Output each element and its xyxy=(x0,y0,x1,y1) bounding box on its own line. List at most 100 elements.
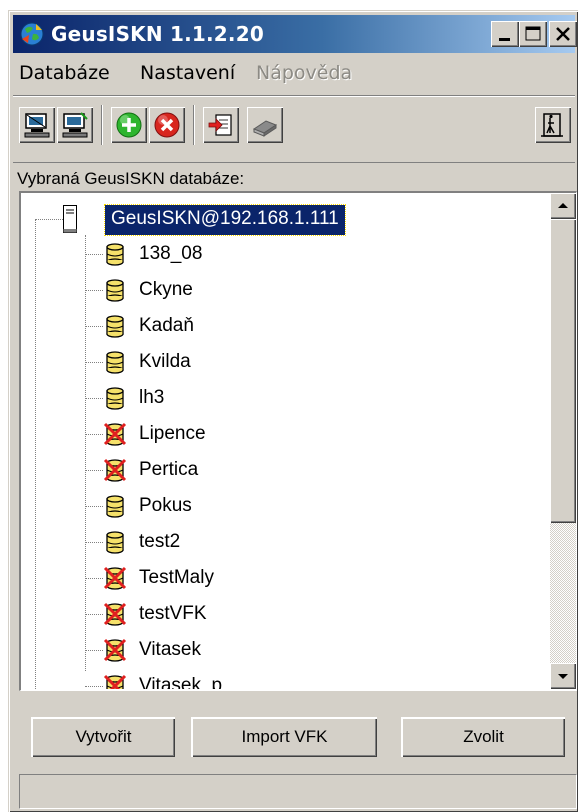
selected-database-label: Vybraná GeusISKN databáze: xyxy=(13,162,575,192)
tree-item-label: lh3 xyxy=(139,387,165,408)
delete-database-button[interactable] xyxy=(149,107,185,143)
tree-item[interactable]: Kvilda xyxy=(21,345,551,381)
tree-item-label: Vitasek xyxy=(139,639,201,660)
disconnect-icon xyxy=(24,113,50,138)
tree-line xyxy=(85,470,103,471)
app-globe-icon xyxy=(20,22,44,46)
tree-line xyxy=(85,506,103,507)
toolbar-separator xyxy=(193,105,195,145)
menu-divider xyxy=(13,95,575,97)
database-tree[interactable]: GeusISKN@192.168.1.111 138_08 Ckyne Kadaň K… xyxy=(19,191,577,691)
tree-item[interactable]: Ckyne xyxy=(21,273,551,309)
database-error-icon xyxy=(103,422,127,446)
server-icon xyxy=(63,205,77,233)
tree-line xyxy=(85,650,103,651)
tree-item[interactable]: lh3 xyxy=(21,381,551,417)
delete-icon xyxy=(154,112,180,138)
maximize-button[interactable] xyxy=(519,21,547,47)
tree-item[interactable]: Kadaň xyxy=(21,309,551,345)
tree-item-label: Lipence xyxy=(139,423,206,444)
create-button[interactable]: Vytvořit xyxy=(31,717,175,757)
tree-line xyxy=(85,614,103,615)
tree-line xyxy=(85,578,103,579)
vertical-scrollbar[interactable] xyxy=(550,193,576,689)
scroll-up-button[interactable] xyxy=(550,193,576,219)
scroll-down-button[interactable] xyxy=(550,663,576,689)
add-icon xyxy=(116,112,142,138)
connect-icon xyxy=(62,112,88,138)
scroll-thumb[interactable] xyxy=(550,219,576,523)
tree-item-label: Pokus xyxy=(139,495,192,516)
database-error-icon xyxy=(103,638,127,662)
tree-line xyxy=(85,398,103,399)
tree-root[interactable]: GeusISKN@192.168.1.111 xyxy=(31,204,551,236)
arrow-up-icon xyxy=(558,203,568,208)
close-button[interactable] xyxy=(549,21,577,47)
database-icon xyxy=(106,315,124,338)
database-icon xyxy=(106,531,124,554)
import-button[interactable] xyxy=(203,107,239,143)
toolbar-separator xyxy=(101,105,103,145)
database-error-icon xyxy=(103,566,127,590)
tree-root-label[interactable]: GeusISKN@192.168.1.111 xyxy=(104,204,346,236)
tree-item-label: testVFK xyxy=(139,603,207,624)
tree-line xyxy=(85,326,103,327)
database-error-icon xyxy=(103,674,127,689)
tree-item-label: Vitasek_p xyxy=(139,675,223,689)
book-button[interactable] xyxy=(247,107,283,143)
tree-line xyxy=(85,434,103,435)
database-icon xyxy=(106,495,124,518)
exit-door-icon xyxy=(541,113,563,137)
add-database-button[interactable] xyxy=(111,107,147,143)
exit-button[interactable] xyxy=(535,107,571,143)
import-icon xyxy=(208,114,232,136)
tree-item-label: test2 xyxy=(139,531,181,552)
database-icon xyxy=(106,279,124,302)
database-icon xyxy=(106,351,124,374)
menu-nastaveni[interactable]: Nastavení xyxy=(140,62,235,84)
title-bar[interactable]: GeusISKN 1.1.2.20 xyxy=(13,15,577,53)
tree-item-label: Ckyne xyxy=(139,279,193,300)
database-icon xyxy=(106,243,124,266)
tree-item[interactable]: TestMaly xyxy=(21,561,551,597)
tree-item[interactable]: Vitasek xyxy=(21,633,551,669)
tree-line xyxy=(85,362,103,363)
tree-item-label: 138_08 xyxy=(139,243,203,264)
tree-item[interactable]: Pokus xyxy=(21,489,551,525)
main-window: GeusISKN 1.1.2.20 Databáze Nastavení Náp… xyxy=(8,10,578,812)
minimize-button[interactable] xyxy=(491,21,519,47)
status-bar xyxy=(19,774,577,809)
tree-line xyxy=(85,686,103,687)
tree-item[interactable]: testVFK xyxy=(21,597,551,633)
menu-napoveda[interactable]: Nápověda xyxy=(256,62,352,84)
tree-line xyxy=(85,542,103,543)
minimize-icon xyxy=(499,38,510,41)
import-vfk-button[interactable]: Import VFK xyxy=(191,717,377,757)
database-icon xyxy=(106,387,124,410)
disconnect-button[interactable] xyxy=(19,107,55,143)
window-title: GeusISKN 1.1.2.20 xyxy=(51,22,264,46)
book-icon xyxy=(252,120,278,137)
tree-item[interactable]: 138_08 xyxy=(21,237,551,273)
tree-item-label: Kvilda xyxy=(139,351,191,372)
toolbar xyxy=(13,101,575,151)
tree-item-label: TestMaly xyxy=(139,567,214,588)
choose-button[interactable]: Zvolit xyxy=(401,717,565,757)
tree-item[interactable]: test2 xyxy=(21,525,551,561)
tree-item[interactable]: Vitasek_p xyxy=(21,669,551,689)
menu-bar: Databáze Nastavení Nápověda xyxy=(13,58,575,90)
database-error-icon xyxy=(103,458,127,482)
tree-item[interactable]: Lipence xyxy=(21,417,551,453)
tree-line xyxy=(85,290,103,291)
menu-databaze[interactable]: Databáze xyxy=(19,62,110,84)
database-error-icon xyxy=(103,602,127,626)
close-icon xyxy=(556,27,570,41)
tree-area: GeusISKN@192.168.1.111 138_08 Ckyne Kadaň K… xyxy=(21,193,551,689)
tree-item-label: Kadaň xyxy=(139,315,194,336)
tree-item[interactable]: Pertica xyxy=(21,453,551,489)
tree-line xyxy=(85,254,103,255)
maximize-icon xyxy=(525,26,541,41)
arrow-down-icon xyxy=(558,674,568,679)
tree-item-label: Pertica xyxy=(139,459,199,480)
connect-button[interactable] xyxy=(57,107,93,143)
